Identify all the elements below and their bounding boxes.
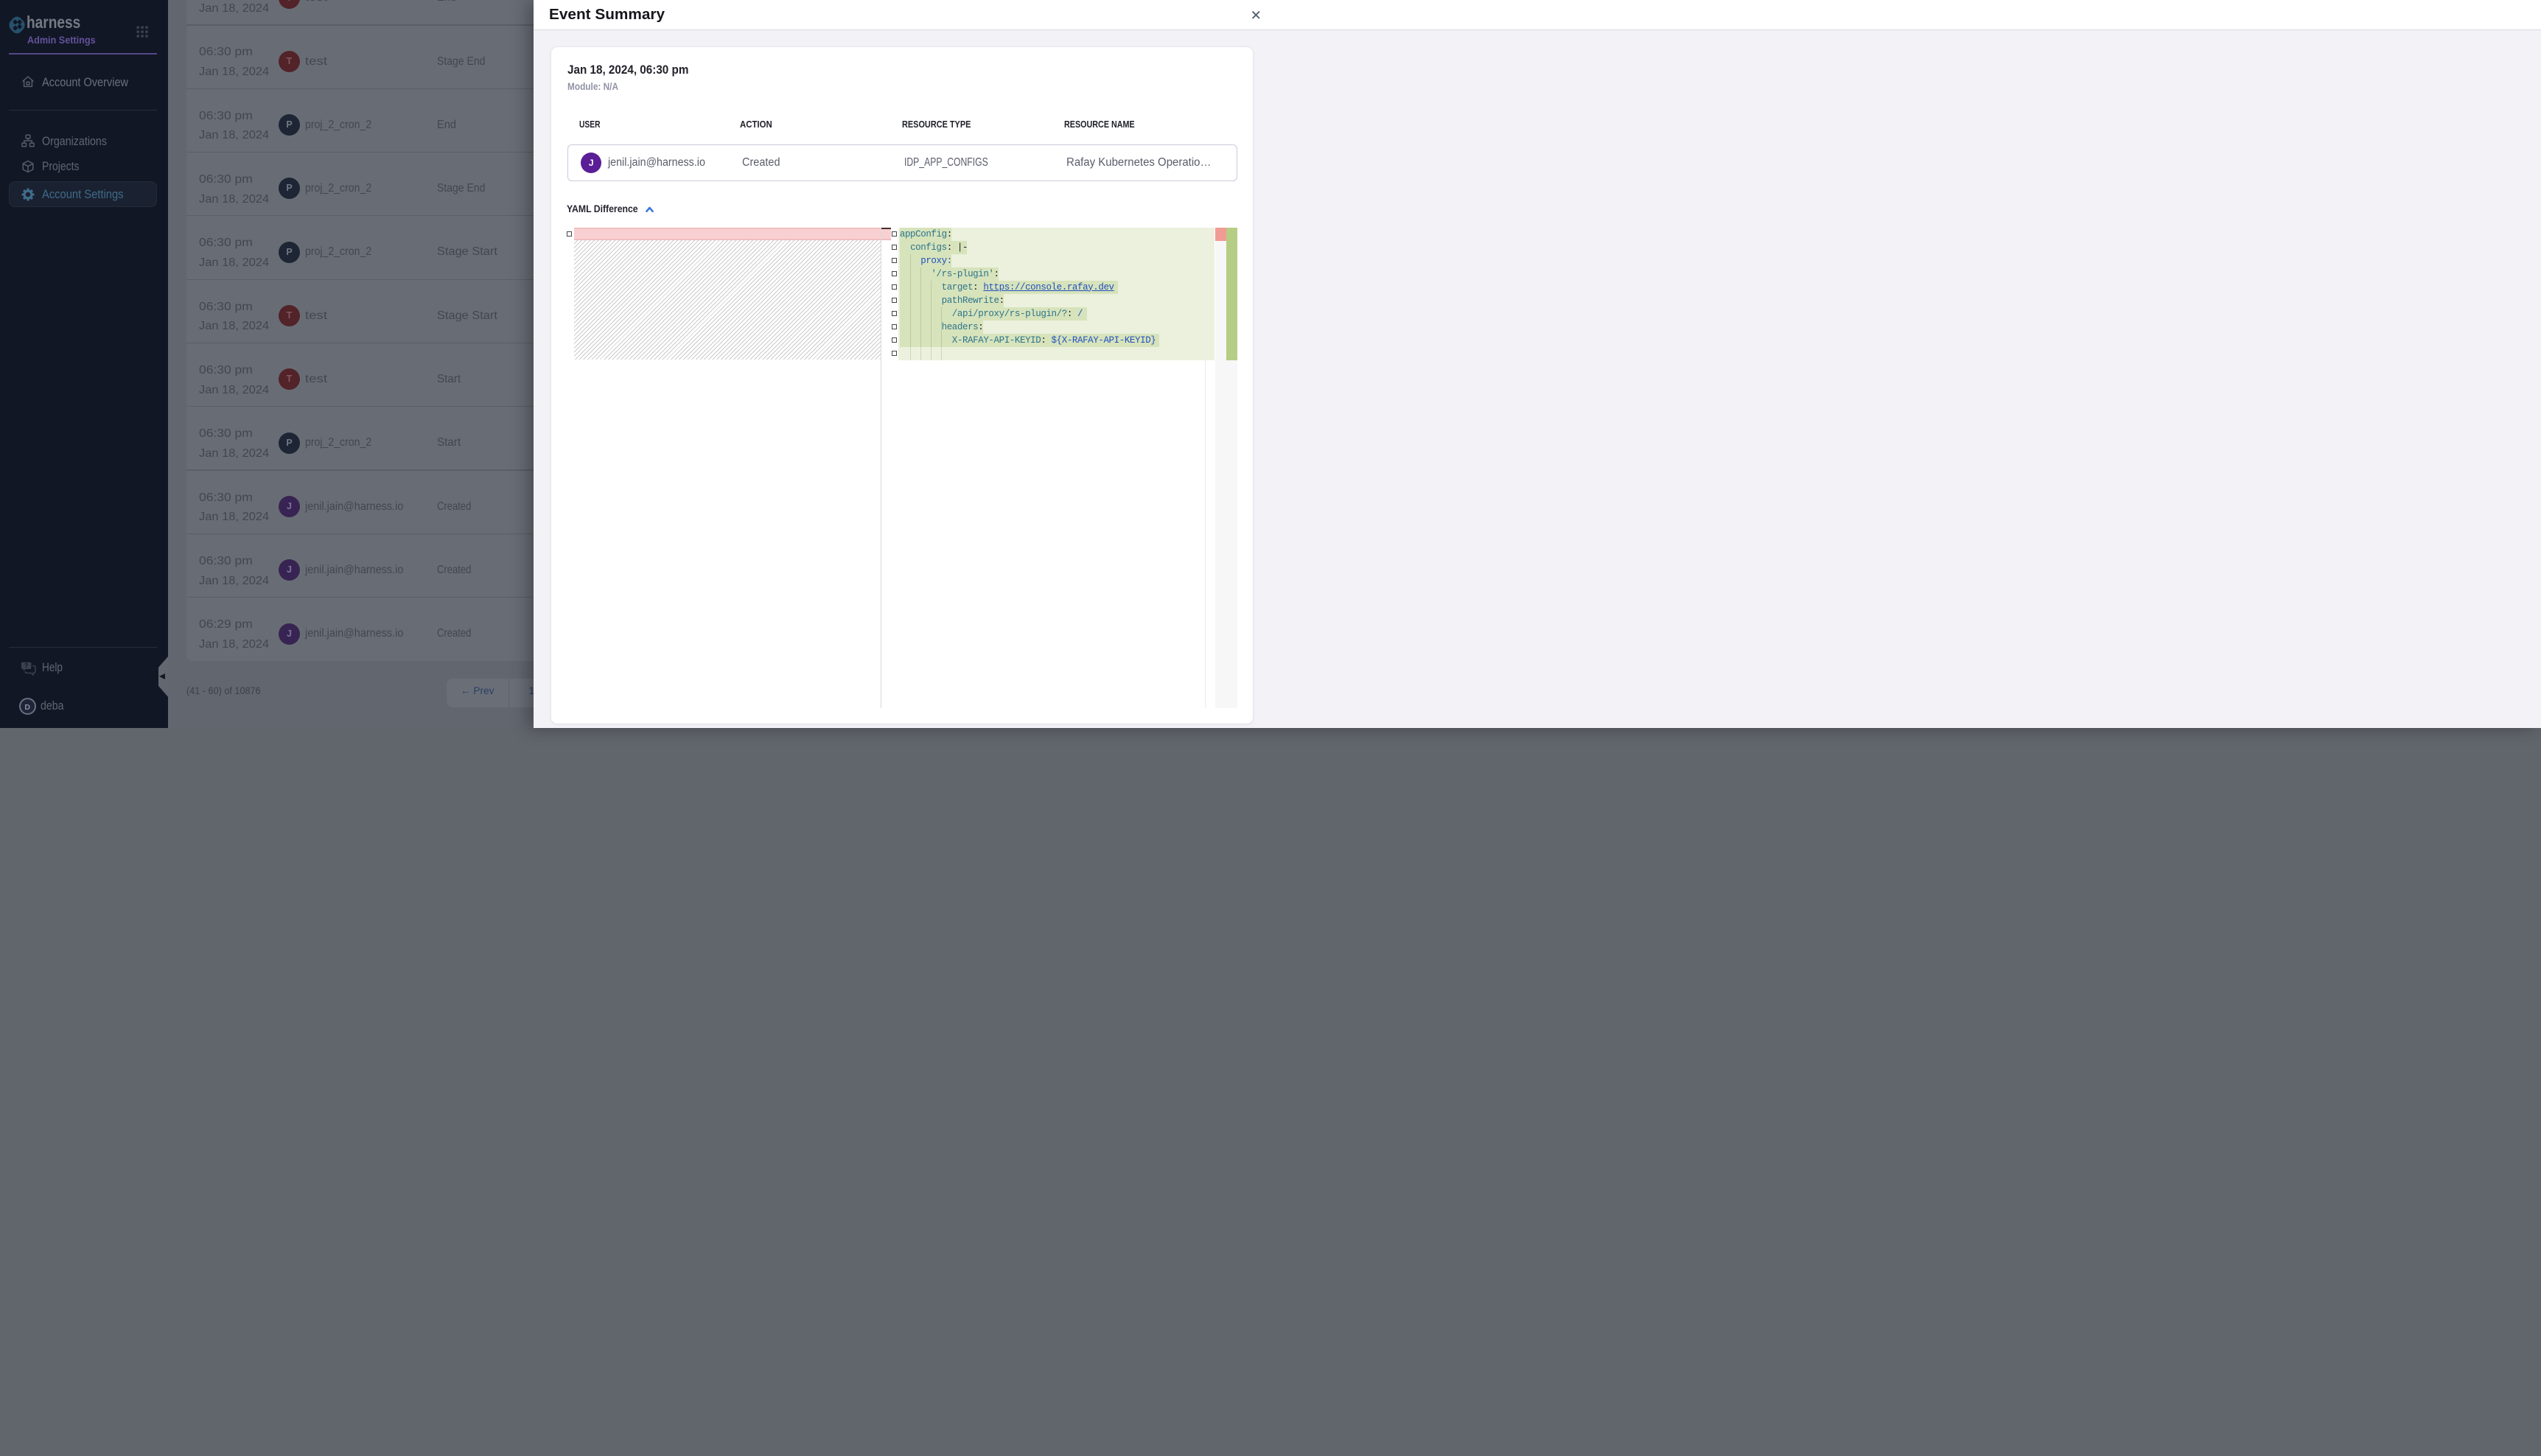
svg-text:?: ? (24, 662, 28, 669)
